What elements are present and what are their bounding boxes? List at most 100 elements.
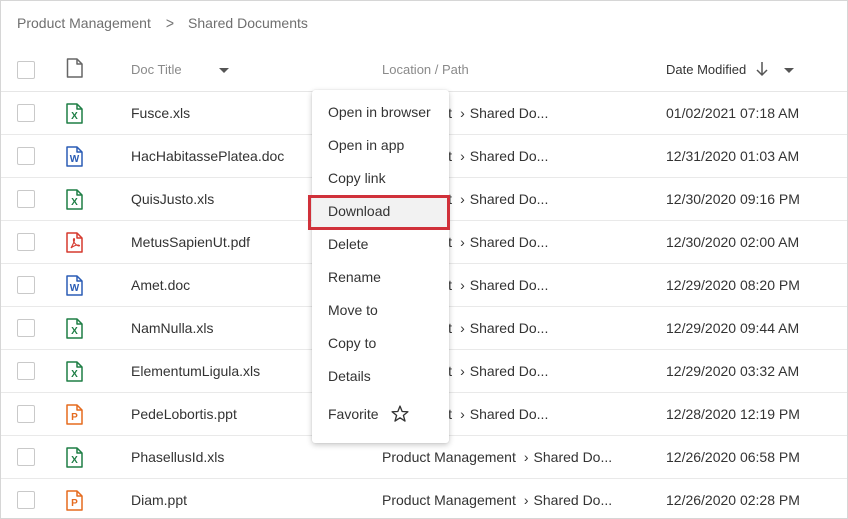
chevron-right-icon: ›: [523, 492, 529, 508]
location-subfolder: Shared Do...: [533, 449, 613, 465]
chevron-right-icon: ›: [460, 320, 465, 336]
ppt-file-icon: P: [66, 490, 83, 511]
row-checkbox[interactable]: [17, 405, 35, 423]
column-header-date-modified[interactable]: Date Modified: [666, 62, 746, 77]
date-modified-cell: 12/26/2020 02:28 PM: [666, 492, 800, 508]
row-checkbox[interactable]: [17, 362, 35, 380]
chevron-right-icon: ›: [460, 148, 465, 164]
svg-text:X: X: [71, 455, 78, 466]
menu-item-label: Rename: [328, 269, 381, 285]
row-checkbox[interactable]: [17, 448, 35, 466]
pdf-file-icon: [66, 232, 83, 253]
menu-item-favorite[interactable]: Favorite: [312, 398, 449, 432]
svg-text:W: W: [70, 283, 80, 294]
location-subfolder: Shared Do...: [469, 234, 549, 250]
file-list-panel: Product Management > Shared Documents Do…: [0, 0, 848, 519]
menu-item-label: Open in browser: [328, 104, 431, 120]
chevron-right-icon: ›: [460, 406, 465, 422]
doc-title-cell[interactable]: Diam.ppt: [131, 492, 187, 508]
location-subfolder: Shared Do...: [469, 277, 549, 293]
row-checkbox[interactable]: [17, 104, 35, 122]
date-modified-cell: 12/28/2020 12:19 PM: [666, 406, 800, 422]
menu-item-open-in-app[interactable]: Open in app: [312, 129, 449, 162]
doc-title-cell[interactable]: ElementumLigula.xls: [131, 363, 260, 379]
row-checkbox[interactable]: [17, 319, 35, 337]
arrow-down-icon[interactable]: [755, 61, 769, 77]
chevron-right-icon: ›: [523, 449, 529, 465]
menu-item-copy-to[interactable]: Copy to: [312, 327, 449, 360]
doc-title-cell[interactable]: QuisJusto.xls: [131, 191, 214, 207]
doc-title-cell[interactable]: NamNulla.xls: [131, 320, 213, 336]
doc-file-icon: W: [66, 146, 83, 167]
doc-title-cell[interactable]: Fusce.xls: [131, 105, 190, 121]
date-modified-cell: 12/31/2020 01:03 AM: [666, 148, 800, 164]
location-subfolder: Shared Do...: [469, 406, 549, 422]
row-checkbox[interactable]: [17, 276, 35, 294]
date-modified-cell: 12/29/2020 09:44 AM: [666, 320, 800, 336]
table-header: Doc Title Location / Path Date Modified: [1, 48, 847, 92]
context-menu: Open in browser Open in app Copy link Do…: [312, 90, 449, 443]
menu-item-label: Favorite: [328, 406, 379, 422]
chevron-right-icon: ›: [460, 277, 465, 293]
xls-file-icon: X: [66, 447, 83, 468]
date-modified-cell: 12/29/2020 03:32 AM: [666, 363, 800, 379]
location-subfolder: Shared Do...: [469, 363, 549, 379]
row-checkbox[interactable]: [17, 190, 35, 208]
doc-title-cell[interactable]: PedeLobortis.ppt: [131, 406, 237, 422]
doc-title-cell[interactable]: HacHabitassePlatea.doc: [131, 148, 284, 164]
row-checkbox[interactable]: [17, 147, 35, 165]
svg-text:X: X: [71, 111, 78, 122]
location-subfolder: Shared Do...: [469, 148, 549, 164]
date-modified-cell: 12/26/2020 06:58 PM: [666, 449, 800, 465]
menu-item-rename[interactable]: Rename: [312, 261, 449, 294]
breadcrumb-current: Shared Documents: [188, 15, 308, 31]
select-all-checkbox[interactable]: [17, 61, 35, 79]
row-checkbox[interactable]: [17, 491, 35, 509]
svg-text:X: X: [71, 369, 78, 380]
location-cell: Product Management › Shared Do...: [382, 449, 622, 465]
menu-item-label: Details: [328, 368, 371, 384]
table-row[interactable]: P Diam.ppt Product Management › Shared Do...…: [1, 479, 847, 519]
chevron-right-icon: ›: [460, 191, 465, 207]
svg-text:X: X: [71, 326, 78, 337]
location-subfolder: Shared Do...: [469, 105, 549, 121]
menu-item-label: Move to: [328, 302, 378, 318]
ppt-file-icon: P: [66, 404, 83, 425]
xls-file-icon: X: [66, 189, 83, 210]
svg-text:P: P: [71, 412, 78, 423]
breadcrumb-parent-link[interactable]: Product Management: [17, 15, 151, 31]
chevron-right-icon: ›: [460, 234, 465, 250]
document-outline-icon: [66, 58, 83, 78]
menu-item-copy-link[interactable]: Copy link: [312, 162, 449, 195]
menu-item-label: Copy link: [328, 170, 386, 186]
doc-title-cell[interactable]: MetusSapienUt.pdf: [131, 234, 250, 250]
star-outline-icon[interactable]: [390, 404, 410, 424]
menu-item-label: Open in app: [328, 137, 405, 153]
row-checkbox[interactable]: [17, 233, 35, 251]
location-subfolder: Shared Do...: [469, 191, 549, 207]
svg-text:P: P: [71, 498, 78, 509]
date-modified-cell: 12/30/2020 09:16 PM: [666, 191, 800, 207]
caret-down-icon[interactable]: [219, 68, 229, 73]
menu-item-label: Delete: [328, 236, 369, 252]
date-modified-cell: 01/02/2021 07:18 AM: [666, 105, 800, 121]
breadcrumb-separator: >: [165, 14, 175, 32]
menu-item-details[interactable]: Details: [312, 360, 449, 393]
xls-file-icon: X: [66, 103, 83, 124]
column-header-doc-title[interactable]: Doc Title: [131, 62, 182, 77]
xls-file-icon: X: [66, 361, 83, 382]
column-header-location[interactable]: Location / Path: [382, 62, 469, 77]
caret-down-icon[interactable]: [784, 68, 794, 73]
doc-title-cell[interactable]: PhasellusId.xls: [131, 449, 224, 465]
svg-text:W: W: [70, 154, 80, 165]
menu-item-open-in-browser[interactable]: Open in browser: [312, 96, 449, 129]
location-subfolder: Shared Do...: [469, 320, 549, 336]
location-folder: Product Management: [382, 449, 516, 465]
chevron-right-icon: ›: [460, 363, 465, 379]
doc-title-cell[interactable]: Amet.doc: [131, 277, 190, 293]
location-subfolder: Shared Do...: [533, 492, 613, 508]
menu-item-delete[interactable]: Delete: [312, 228, 449, 261]
menu-item-move-to[interactable]: Move to: [312, 294, 449, 327]
location-cell: Product Management › Shared Do...: [382, 492, 622, 508]
xls-file-icon: X: [66, 318, 83, 339]
